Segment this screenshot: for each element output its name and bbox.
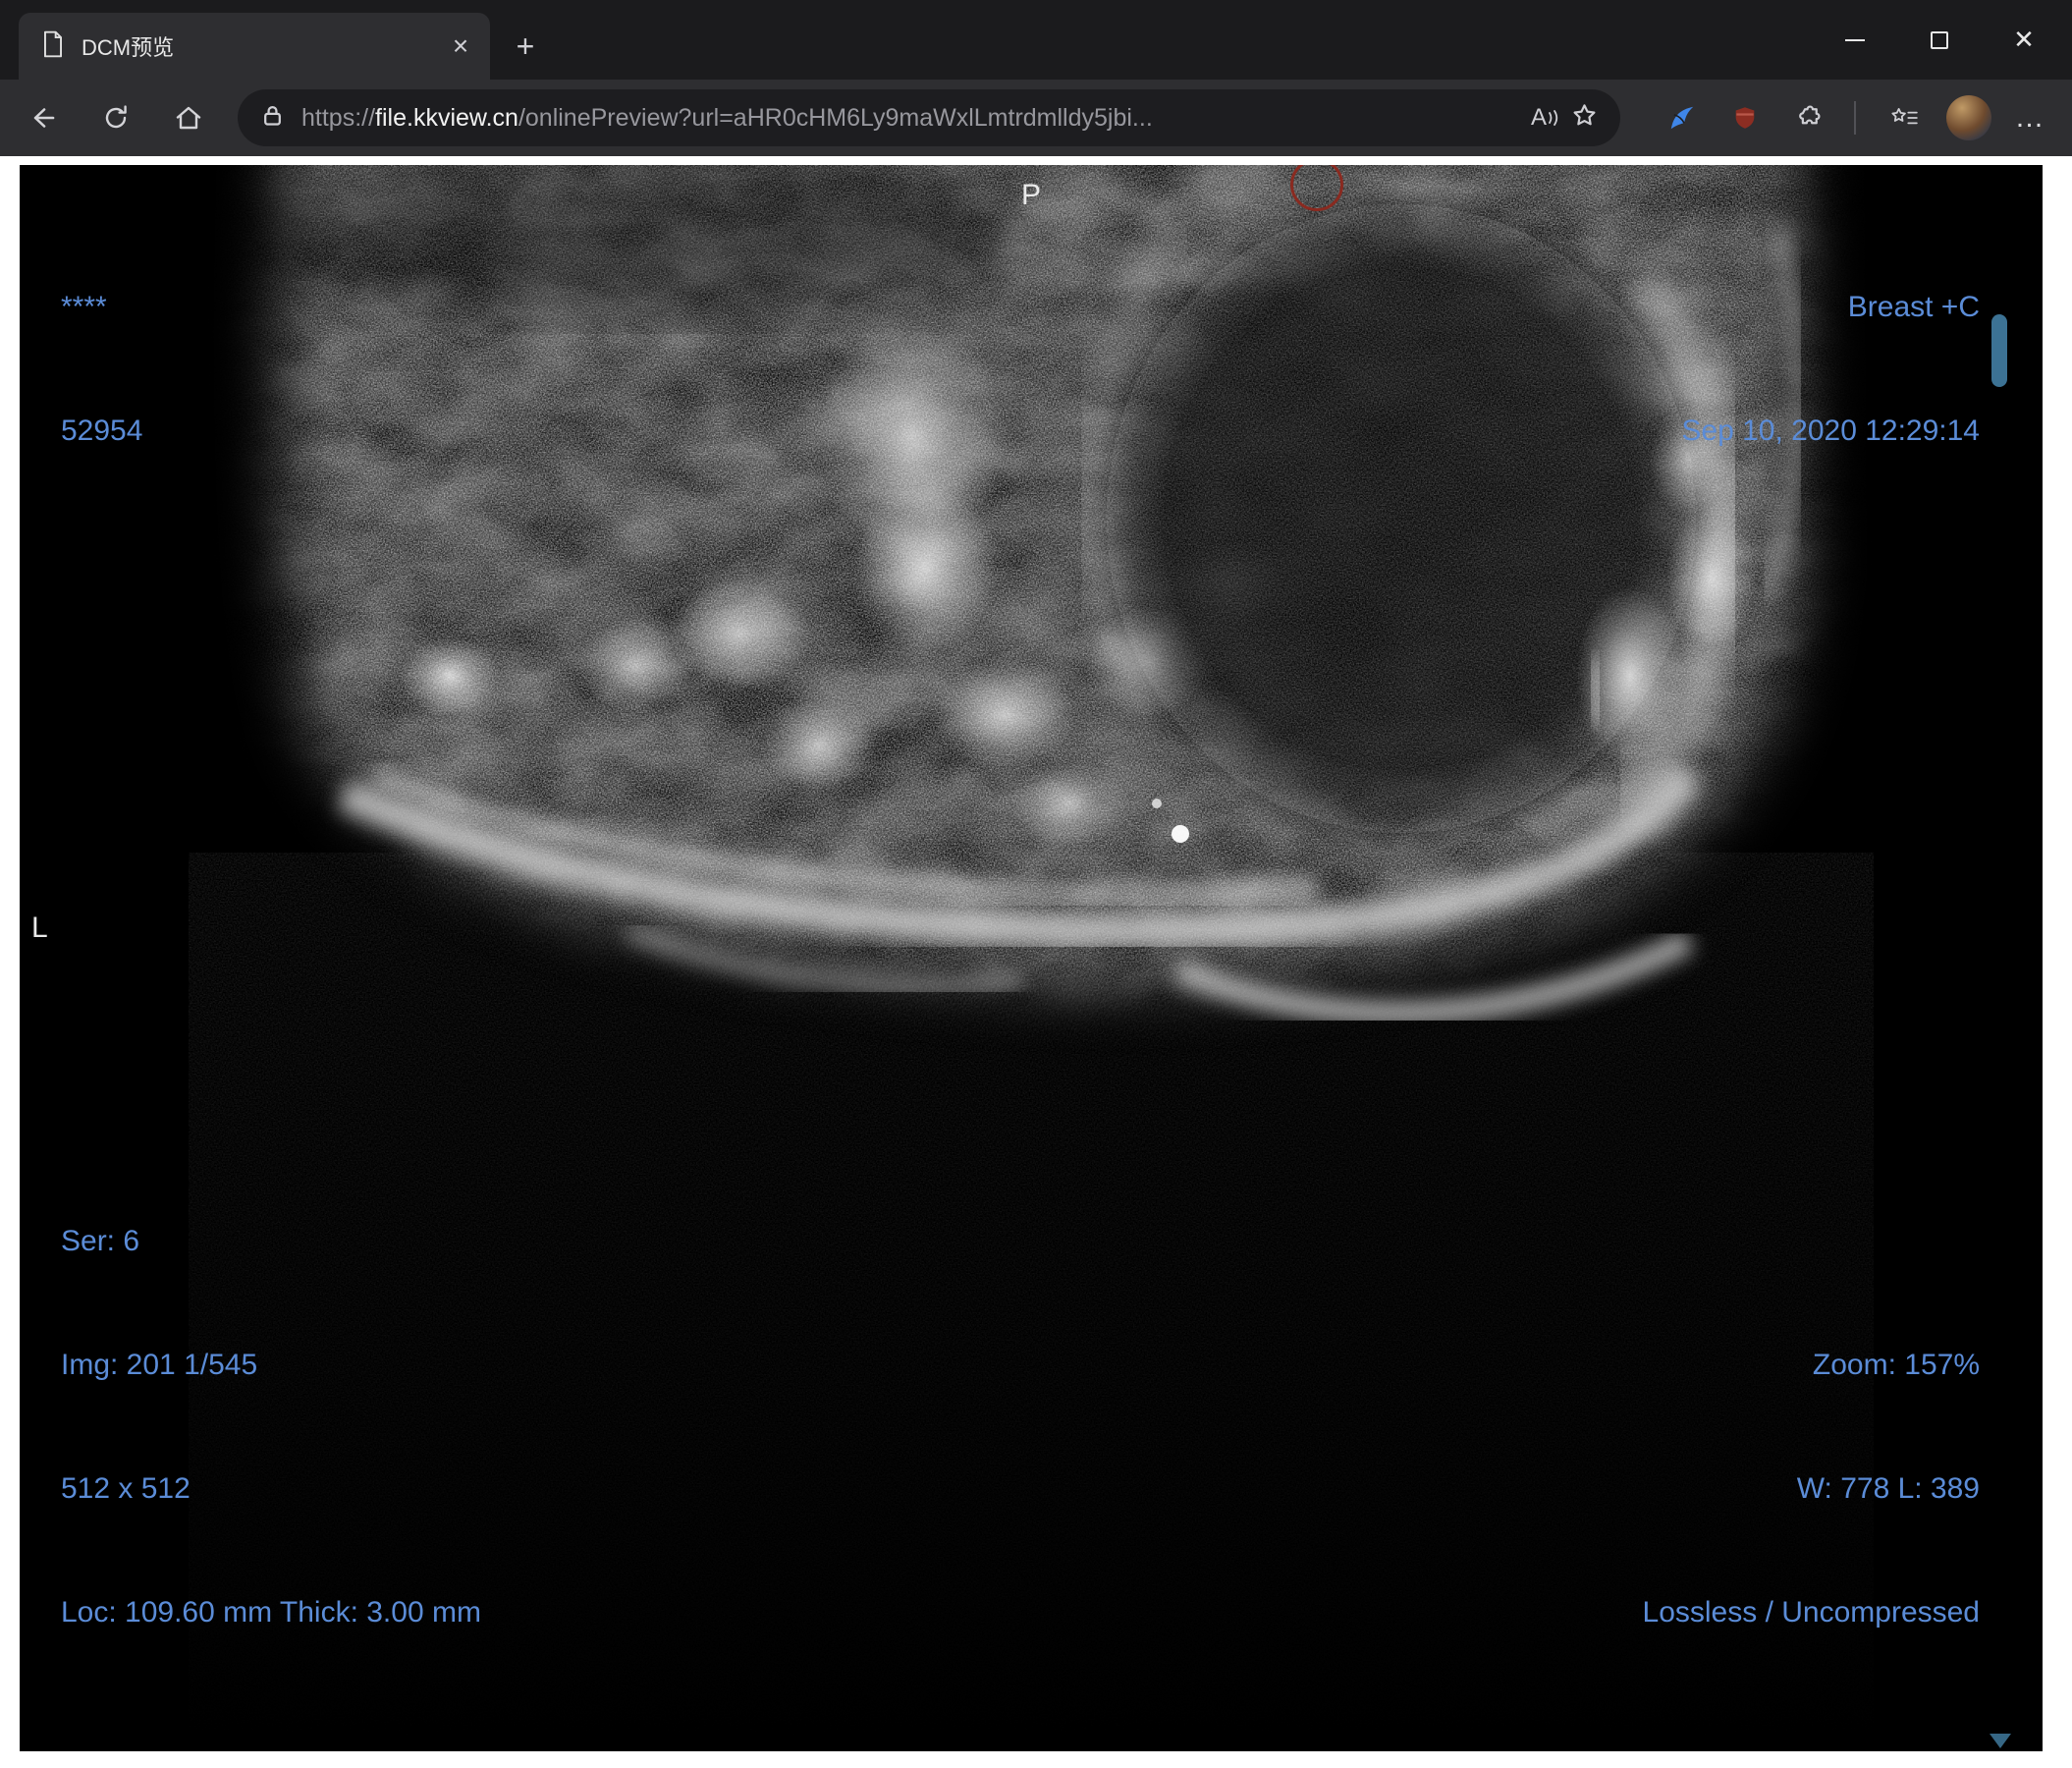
url-text: https://file.kkview.cn/onlinePreview?url…	[301, 104, 1521, 133]
favorites-hub-icon	[1891, 107, 1918, 125]
overlay-top-left: **** 52954	[61, 204, 142, 534]
zoom-level: Zoom: 157%	[1812, 1349, 1980, 1381]
home-button[interactable]	[163, 92, 214, 143]
image-matrix: 512 x 512	[61, 1472, 191, 1505]
minimize-button[interactable]	[1813, 0, 1897, 80]
toolbar-extensions: …	[1644, 93, 2054, 142]
blue-feather-icon	[1670, 106, 1694, 130]
tab-close-button[interactable]: ×	[443, 28, 478, 64]
shield-icon	[1735, 107, 1755, 129]
profile-avatar[interactable]	[1946, 95, 1991, 140]
browser-tab[interactable]: DCM预览 ×	[19, 13, 490, 80]
series-number: Ser: 6	[61, 1225, 140, 1257]
window-controls: ✕	[1813, 0, 2066, 80]
url-scheme: https://	[301, 103, 376, 132]
url-host: file.kkview.cn	[375, 103, 518, 132]
puzzle-icon	[1799, 105, 1821, 125]
star-icon	[1573, 104, 1596, 126]
dicom-viewport[interactable]: **** 52954 P Breast +C Sep 10, 2020 12:2…	[20, 165, 2043, 1751]
read-aloud-letter: A	[1530, 104, 1547, 131]
extension-shield-button[interactable]	[1720, 93, 1770, 142]
slice-location: Loc: 109.60 mm Thick: 3.00 mm	[61, 1596, 481, 1629]
overlay-top-right: Breast +C Sep 10, 2020 12:29:14	[1681, 204, 1980, 534]
patient-number: 52954	[61, 414, 143, 447]
overlay-bottom-left: Ser: 6 Img: 201 1/545 512 x 512 Loc: 109…	[61, 1138, 481, 1716]
maximize-button[interactable]	[1897, 0, 1982, 80]
favorites-hub-button[interactable]	[1880, 93, 1929, 142]
read-aloud-button[interactable]: A	[1531, 104, 1560, 132]
navigation-bar: https://file.kkview.cn/onlinePreview?url…	[0, 80, 2072, 156]
page-content: **** 52954 P Breast +C Sep 10, 2020 12:2…	[0, 156, 2072, 1768]
refresh-button[interactable]	[90, 92, 141, 143]
home-icon	[176, 106, 201, 130]
orientation-marker-left: L	[31, 912, 48, 944]
window-level: W: 778 L: 389	[1796, 1472, 1980, 1505]
back-arrow-icon	[33, 108, 55, 128]
study-description: Breast +C	[1847, 291, 1980, 323]
back-button[interactable]	[18, 92, 69, 143]
tab-title: DCM预览	[82, 35, 175, 60]
close-button[interactable]: ✕	[1982, 0, 2066, 80]
study-datetime: Sep 10, 2020 12:29:14	[1681, 414, 1980, 447]
favorite-star-button[interactable]	[1570, 101, 1599, 135]
slice-scrollbar-down-arrow-icon[interactable]	[1990, 1734, 2011, 1748]
overlay-bottom-right: Zoom: 157% W: 778 L: 389 Lossless / Unco…	[1643, 1262, 1980, 1716]
patient-id-masked: ****	[61, 291, 107, 323]
image-number: Img: 201 1/545	[61, 1349, 258, 1381]
slice-scrollbar-thumb[interactable]	[1991, 314, 2007, 387]
page-favicon-icon	[40, 29, 66, 64]
new-tab-button[interactable]: +	[504, 25, 547, 68]
tab-bar: DCM预览 × + ✕	[0, 0, 2072, 80]
compression-info: Lossless / Uncompressed	[1642, 1596, 1980, 1629]
address-bar[interactable]: https://file.kkview.cn/onlinePreview?url…	[238, 89, 1620, 146]
lock-icon[interactable]	[259, 102, 286, 134]
extensions-button[interactable]	[1783, 93, 1832, 142]
minimize-icon	[1845, 38, 1865, 41]
maximize-icon	[1931, 30, 1948, 49]
toolbar-divider	[1854, 101, 1856, 135]
refresh-icon	[105, 105, 127, 129]
settings-more-button[interactable]: …	[2005, 93, 2054, 142]
extension-blue-button[interactable]	[1658, 93, 1707, 142]
url-path: /onlinePreview?url=aHR0cHM6Ly9maWxlLmtrd…	[518, 103, 1153, 132]
read-aloud-waves-icon	[1549, 110, 1558, 126]
